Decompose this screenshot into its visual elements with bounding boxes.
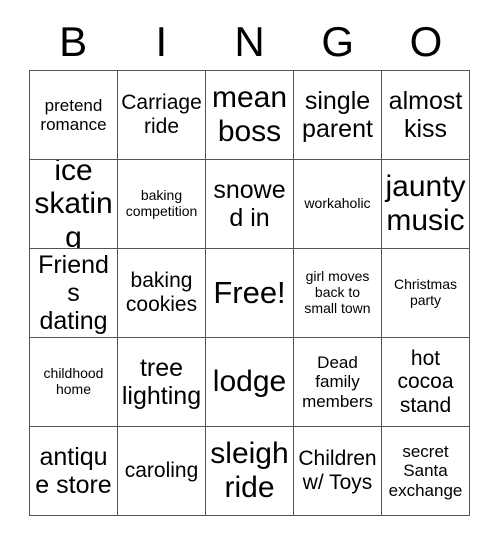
bingo-cell[interactable]: jaunty music (382, 160, 470, 249)
bingo-cell-label: jaunty music (385, 170, 466, 237)
bingo-cell-label: sleigh ride (210, 437, 289, 504)
bingo-cell[interactable]: hot cocoa stand (382, 338, 470, 427)
bingo-cell[interactable]: almost kiss (382, 71, 470, 160)
bingo-cell[interactable]: single parent (294, 71, 382, 160)
bingo-free-label: Free! (213, 274, 286, 310)
bingo-cell-free[interactable]: Free! (206, 249, 294, 338)
bingo-cell-label: ice skating (34, 160, 113, 249)
header-letter-i: I (155, 18, 168, 65)
header-letter-g: G (321, 18, 355, 65)
bingo-cell-label: single parent (302, 87, 373, 143)
bingo-row: childhood home tree lighting lodge Dead … (30, 338, 470, 427)
bingo-cell[interactable]: mean boss (206, 71, 294, 160)
bingo-cell[interactable]: girl moves back to small town (294, 249, 382, 338)
bingo-cell[interactable]: sleigh ride (206, 427, 294, 516)
bingo-cell[interactable]: baking competition (118, 160, 206, 249)
bingo-cell-label: Children w/ Toys (298, 447, 377, 494)
bingo-cell[interactable]: workaholic (294, 160, 382, 249)
bingo-cell-label: antique store (35, 443, 112, 499)
header-letter-o: O (409, 18, 443, 65)
bingo-grid: pretend romance Carriage ride mean boss … (29, 70, 470, 516)
bingo-cell-label: snowed in (213, 176, 286, 232)
bingo-cell[interactable]: lodge (206, 338, 294, 427)
bingo-cell-label: Carriage ride (121, 91, 202, 138)
bingo-cell[interactable]: tree lighting (118, 338, 206, 427)
bingo-row: antique store caroling sleigh ride Child… (30, 427, 470, 516)
bingo-cell-label: workaholic (304, 195, 371, 212)
bingo-cell[interactable]: baking cookies (118, 249, 206, 338)
bingo-cell-label: caroling (124, 459, 199, 483)
bingo-cell[interactable]: pretend romance (30, 71, 118, 160)
bingo-cell-label: lodge (212, 365, 287, 399)
bingo-cell[interactable]: Children w/ Toys (294, 427, 382, 516)
bingo-cell[interactable]: childhood home (30, 338, 118, 427)
bingo-cell[interactable]: Friends dating (30, 249, 118, 338)
bingo-cell-label: almost kiss (388, 87, 463, 143)
bingo-cell-label: pretend romance (40, 95, 107, 134)
bingo-cell-label: baking competition (125, 187, 198, 219)
bingo-cell[interactable]: caroling (118, 427, 206, 516)
bingo-cell[interactable]: Christmas party (382, 249, 470, 338)
bingo-cell-label: mean boss (211, 81, 288, 148)
bingo-cell[interactable]: secret Santa exchange (382, 427, 470, 516)
bingo-cell[interactable]: snowed in (206, 160, 294, 249)
bingo-cell-label: childhood home (43, 365, 104, 397)
bingo-cell-label: tree lighting (121, 354, 202, 410)
bingo-row: Friends dating baking cookies Free! girl… (30, 249, 470, 338)
bingo-cell-label: secret Santa exchange (388, 442, 463, 500)
header-letter-n: N (234, 18, 265, 65)
bingo-cell-label: girl moves back to small town (304, 268, 371, 316)
bingo-cell-label: Friends dating (38, 251, 109, 335)
bingo-header: B I N G O (29, 14, 470, 70)
bingo-cell[interactable]: antique store (30, 427, 118, 516)
bingo-cell-label: baking cookies (125, 269, 198, 316)
bingo-row: ice skating baking competition snowed in… (30, 160, 470, 249)
bingo-cell-label: Dead family members (302, 353, 373, 411)
bingo-cell-label: Christmas party (393, 276, 457, 308)
bingo-cell[interactable]: Carriage ride (118, 71, 206, 160)
bingo-card: B I N G O pretend romance Carriage ride … (29, 14, 470, 516)
bingo-row: pretend romance Carriage ride mean boss … (30, 71, 470, 160)
header-letter-b: B (59, 18, 88, 65)
bingo-cell-label: hot cocoa stand (397, 346, 454, 417)
bingo-cell[interactable]: ice skating (30, 160, 118, 249)
bingo-cell[interactable]: Dead family members (294, 338, 382, 427)
